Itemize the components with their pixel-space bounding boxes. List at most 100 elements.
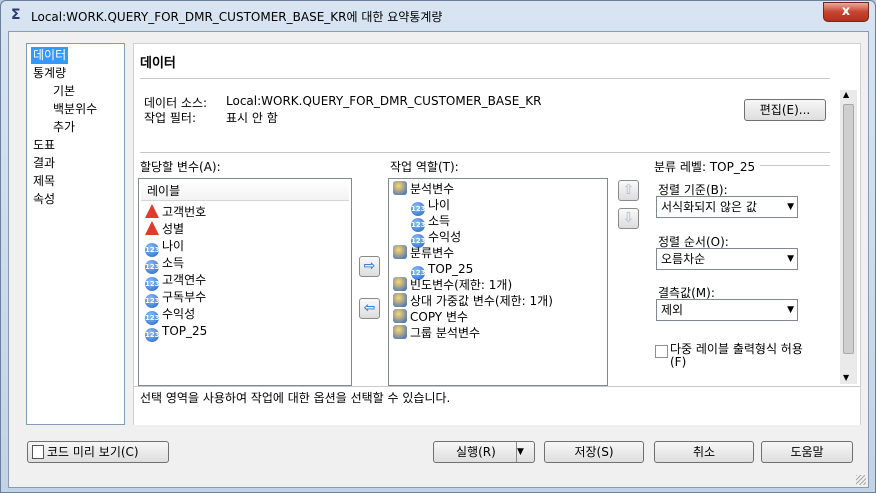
content-scrollbar[interactable]: ▲ ▼: [840, 90, 857, 384]
sort-by-select[interactable]: 서식화되지 않은 값 ▼: [656, 196, 798, 218]
categorical-icon: [145, 204, 159, 218]
role-item[interactable]: COPY 변수: [393, 309, 468, 325]
role-name: 분류변수: [410, 246, 455, 260]
numeric-icon: 123: [145, 328, 160, 342]
run-label: 실행(R): [456, 445, 496, 459]
nav-item-data[interactable]: 데이터: [31, 47, 69, 64]
label-column-header[interactable]: 레이블: [141, 181, 349, 201]
task-filter-label: 작업 필터:: [144, 111, 197, 125]
variable-item[interactable]: 123 구독부수: [145, 289, 207, 308]
role-name: 빈도변수(제한: 1개): [410, 278, 513, 292]
nav-item-titles[interactable]: 제목: [31, 173, 57, 190]
variable-name: 성별: [162, 222, 185, 236]
variable-item[interactable]: 123 수익성: [145, 306, 196, 325]
preview-code-label: 코드 미리 보기(C): [47, 445, 139, 459]
save-button[interactable]: 저장(S): [544, 441, 644, 463]
variables-label: 할당할 변수(A):: [140, 160, 221, 174]
dialog-body: 데이터 통계량 기본 백분위수 추가 도표 결과 제목 속성 데이터 데이터 소…: [8, 31, 869, 488]
role-item[interactable]: 그룹 분석변수: [393, 325, 480, 341]
dialog-window: Σ Local:WORK.QUERY_FOR_DMR_CUSTOMER_BASE…: [0, 0, 876, 493]
top-divider: [140, 152, 830, 153]
move-down-button[interactable]: ⇩: [618, 208, 639, 229]
variable-name: 나이: [162, 239, 185, 253]
role-variable-name: TOP_25: [428, 262, 474, 276]
move-up-button[interactable]: ⇧: [618, 180, 639, 201]
variable-item[interactable]: 123 소득: [145, 255, 185, 274]
scroll-down-icon[interactable]: ▼: [843, 373, 849, 382]
sort-by-value: 서식화되지 않은 값: [661, 200, 757, 214]
multilabel-label: 다중 레이블 출력형식 허용: [670, 342, 803, 356]
variable-name: 수익성: [162, 307, 196, 321]
nav-item-properties[interactable]: 속성: [31, 191, 57, 208]
run-button[interactable]: 실행(R) ▼: [433, 441, 535, 463]
code-icon: [32, 445, 44, 459]
variable-item[interactable]: 123 고객연수: [145, 272, 207, 291]
missing-values-value: 제외: [661, 303, 684, 317]
sort-order-select[interactable]: 오름차순 ▼: [656, 248, 798, 270]
role-icon: [393, 181, 407, 195]
variable-name: 구독부수: [162, 290, 207, 304]
role-icon: [393, 277, 407, 291]
description-area: 선택 영역을 사용하여 작업에 대한 옵션을 선택할 수 있습니다.: [134, 386, 860, 425]
resize-grip[interactable]: [856, 475, 866, 485]
role-name: COPY 변수: [410, 310, 469, 324]
role-item[interactable]: 분석변수: [393, 181, 454, 197]
variable-name: 소득: [162, 256, 185, 270]
variable-name: 고객연수: [162, 273, 207, 287]
role-icon: [393, 245, 407, 259]
nav-item-additional[interactable]: 추가: [51, 119, 77, 136]
role-variable-item[interactable]: 123 TOP_25: [411, 261, 474, 280]
role-icon: [393, 309, 407, 323]
task-roles-label: 작업 역할(T):: [390, 160, 459, 174]
nav-item-statistics[interactable]: 통계량: [31, 65, 68, 82]
remove-variable-button[interactable]: ⇦: [359, 298, 380, 319]
role-variable-item[interactable]: 123 소득: [411, 213, 451, 232]
nav-item-basic[interactable]: 기본: [51, 83, 77, 100]
scroll-up-icon[interactable]: ▲: [843, 90, 849, 99]
role-icon: [393, 293, 407, 307]
sigma-icon: Σ: [11, 7, 21, 23]
role-name: 분석변수: [410, 182, 455, 196]
role-icon: [393, 325, 407, 339]
role-variable-item[interactable]: 123 수익성: [411, 229, 461, 248]
preview-code-button[interactable]: 코드 미리 보기(C): [27, 441, 169, 463]
edit-button[interactable]: 편집(E)...: [744, 99, 826, 121]
task-filter-value: 표시 안 함: [226, 111, 278, 125]
section-title: 데이터: [140, 56, 176, 71]
help-button[interactable]: 도움말: [761, 441, 853, 463]
run-dropdown-icon[interactable]: ▼: [516, 442, 534, 462]
multilabel-hotkey: (F): [670, 355, 687, 369]
chevron-down-icon: ▼: [787, 202, 794, 212]
variable-item[interactable]: 성별: [145, 221, 184, 237]
close-button[interactable]: x: [823, 2, 869, 22]
variable-item[interactable]: 123 나이: [145, 238, 185, 257]
properties-divider: [760, 165, 830, 166]
class-level-title: 분류 레벨: TOP_25: [654, 160, 756, 174]
role-item[interactable]: 빈도변수(제한: 1개): [393, 277, 512, 293]
missing-values-select[interactable]: 제외 ▼: [656, 299, 798, 321]
variable-name: TOP_25: [162, 324, 208, 338]
task-roles-tree[interactable]: 분석변수 123 나이 123 소득 123 수익성 분류변수 123 TOP_25 빈…: [388, 178, 608, 386]
role-variable-name: 나이: [428, 198, 451, 212]
role-item[interactable]: 분류변수: [393, 245, 454, 261]
nav-item-plots[interactable]: 도표: [31, 137, 57, 154]
variable-name: 고객번호: [162, 205, 207, 219]
scroll-thumb[interactable]: [843, 104, 854, 354]
window-title: Local:WORK.QUERY_FOR_DMR_CUSTOMER_BASE_K…: [31, 10, 443, 24]
data-source-value: Local:WORK.QUERY_FOR_DMR_CUSTOMER_BASE_K…: [226, 94, 542, 108]
role-item[interactable]: 상대 가중값 변수(제한: 1개): [393, 293, 553, 309]
cancel-button[interactable]: 취소: [654, 441, 754, 463]
multilabel-checkbox[interactable]: [655, 345, 668, 358]
description-text: 선택 영역을 사용하여 작업에 대한 옵션을 선택할 수 있습니다.: [140, 391, 451, 405]
variables-list[interactable]: 레이블 고객번호 성별 123 나이 123 소득 123 고객연수 123 구독부수 …: [138, 178, 352, 386]
nav-item-percentiles[interactable]: 백분위수: [51, 101, 99, 118]
title-bar[interactable]: Σ Local:WORK.QUERY_FOR_DMR_CUSTOMER_BASE…: [1, 1, 875, 31]
sort-order-value: 오름차순: [661, 252, 706, 266]
role-variable-name: 소득: [428, 214, 451, 228]
nav-item-results[interactable]: 결과: [31, 155, 57, 172]
add-variable-button[interactable]: ⇨: [359, 256, 380, 277]
categorical-icon: [145, 221, 159, 235]
variable-item[interactable]: 123 TOP_25: [145, 323, 208, 342]
variable-item[interactable]: 고객번호: [145, 204, 206, 220]
role-variable-item[interactable]: 123 나이: [411, 197, 451, 216]
